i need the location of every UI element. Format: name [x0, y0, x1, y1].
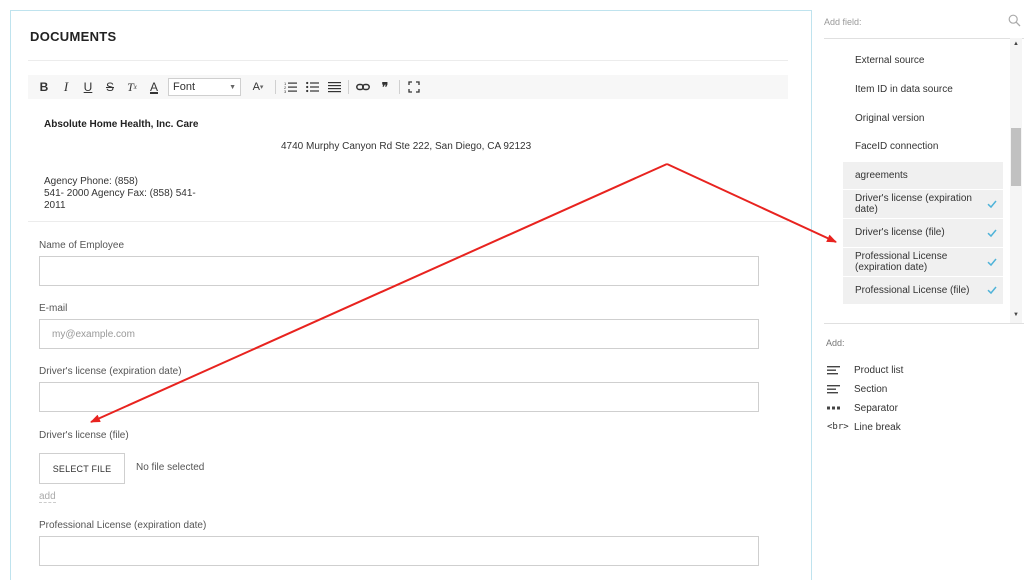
font-size-button[interactable]: A ▾ [247, 78, 269, 96]
add-item-label: Product list [854, 364, 904, 376]
add-item-label: Section [854, 383, 888, 395]
add-item-label: Separator [854, 402, 898, 414]
field-option[interactable]: Professional License (expiration date) [843, 247, 1003, 277]
add-item-label: Line break [854, 421, 901, 433]
br-icon: <br> [827, 422, 849, 432]
field-option[interactable]: agreements [843, 161, 1003, 191]
toolbar-divider [275, 80, 276, 94]
checkmark-icon [987, 257, 997, 267]
lines-icon [827, 365, 851, 375]
font-select[interactable]: Font ▼ [168, 78, 241, 96]
strikethrough-button[interactable]: S [102, 78, 118, 96]
add-item[interactable]: <br> Line break [827, 420, 901, 434]
field-option[interactable]: Driver's license (file) [843, 219, 1003, 248]
blockquote-button[interactable]: ❞ [377, 78, 393, 96]
fullscreen-icon[interactable] [406, 78, 422, 96]
page: DOCUMENTS B I U S Tx A Font ▼ A ▾ 123 ❞ … [0, 0, 1024, 580]
field-option-label: FaceID connection [855, 141, 939, 153]
drivers-license-expiration-label: Driver's license (expiration date) [39, 366, 182, 377]
scroll-down-icon[interactable]: ▼ [1013, 312, 1019, 318]
email-label: E-mail [39, 303, 68, 314]
field-option-label: agreements [855, 170, 908, 182]
field-option[interactable]: FaceID connection [843, 133, 1003, 162]
add-item[interactable]: Separator [827, 401, 898, 415]
underline-button[interactable]: U [80, 78, 96, 96]
letterhead-divider [28, 221, 788, 222]
clear-format-button[interactable]: Tx [124, 78, 140, 96]
add-section-title: Add: [826, 338, 845, 348]
link-icon[interactable] [355, 78, 371, 96]
sidebar-divider [824, 323, 1024, 324]
professional-license-expiration-label: Professional License (expiration date) [39, 520, 207, 531]
field-option-label: Item ID in data source [855, 84, 953, 96]
drivers-license-expiration-input[interactable] [39, 382, 759, 412]
justify-icon[interactable] [326, 78, 342, 96]
font-select-value: Font [173, 81, 196, 93]
title-divider [28, 60, 788, 61]
add-field-search-input[interactable]: Add field: [824, 17, 862, 27]
font-color-button[interactable]: A [146, 78, 162, 96]
field-option-label: External source [855, 55, 925, 67]
add-item[interactable]: Section [827, 382, 887, 396]
add-field-search[interactable]: Add field: [824, 14, 1024, 34]
agency-phone-line: Agency Phone: (858) [44, 176, 138, 187]
field-option-label: Professional License (expiration date) [855, 250, 948, 273]
document-panel: DOCUMENTS B I U S Tx A Font ▼ A ▾ 123 ❞ … [10, 10, 812, 580]
chevron-down-icon: ▼ [229, 83, 236, 91]
bold-button[interactable]: B [36, 78, 52, 96]
editor-toolbar: B I U S Tx A Font ▼ A ▾ 123 ❞ [28, 75, 788, 99]
email-input[interactable]: my@example.com [39, 319, 759, 349]
bullet-list-icon[interactable] [304, 78, 320, 96]
employee-name-input[interactable] [39, 256, 759, 286]
sidebar-divider [824, 38, 1024, 39]
page-title: DOCUMENTS [30, 29, 117, 44]
agency-phone-line: 541- 2000 Agency Fax: (858) 541- [44, 188, 196, 199]
search-icon[interactable] [1008, 14, 1022, 28]
svg-text:3: 3 [284, 89, 287, 93]
field-option-label: Driver's license (expiration date) [855, 193, 972, 216]
clear-format-label: T [127, 79, 134, 94]
agency-name: Absolute Home Health, Inc. Care [44, 119, 199, 130]
font-size-caret: ▾ [259, 84, 264, 91]
select-file-button[interactable]: SELECT FILE [39, 453, 125, 484]
agency-address: 4740 Murphy Canyon Rd Ste 222, San Diego… [281, 141, 532, 152]
checkmark-icon [987, 285, 997, 295]
clear-format-sub: x [133, 83, 137, 91]
font-size-label: A [252, 81, 260, 93]
checkmark-icon [987, 228, 997, 238]
scrollbar-thumb[interactable] [1011, 128, 1021, 186]
employee-name-label: Name of Employee [39, 240, 125, 251]
field-option-label: Original version [855, 112, 925, 124]
field-option-label: Professional License (file) [855, 284, 970, 296]
field-option-label: Driver's license (file) [855, 227, 945, 239]
no-file-text: No file selected [136, 462, 205, 473]
italic-button[interactable]: I [58, 78, 74, 96]
toolbar-divider [348, 80, 349, 94]
checkmark-icon [987, 199, 997, 209]
agency-phone: Agency Phone: (858) 541- 2000 Agency Fax… [44, 176, 219, 212]
field-option[interactable]: Original version [843, 104, 1003, 134]
lines-icon [827, 384, 851, 394]
field-option[interactable]: Item ID in data source [843, 76, 1003, 105]
drivers-license-file-label: Driver's license (file) [39, 430, 129, 441]
field-option[interactable]: Professional License (file) [843, 276, 1003, 306]
numbered-list-icon[interactable]: 123 [282, 78, 298, 96]
scroll-up-icon[interactable]: ▲ [1013, 41, 1019, 47]
add-item[interactable]: Product list [827, 363, 903, 377]
toolbar-divider [399, 80, 400, 94]
professional-license-expiration-input[interactable] [39, 536, 759, 566]
available-fields-list: External source Item ID in data source Ori… [843, 47, 1003, 306]
add-link[interactable]: add [39, 491, 56, 503]
agency-phone-line: 2011 [44, 200, 66, 211]
field-option[interactable]: External source [843, 47, 1003, 76]
field-option[interactable]: Driver's license (expiration date) [843, 190, 1003, 220]
dots-icon [827, 405, 851, 411]
